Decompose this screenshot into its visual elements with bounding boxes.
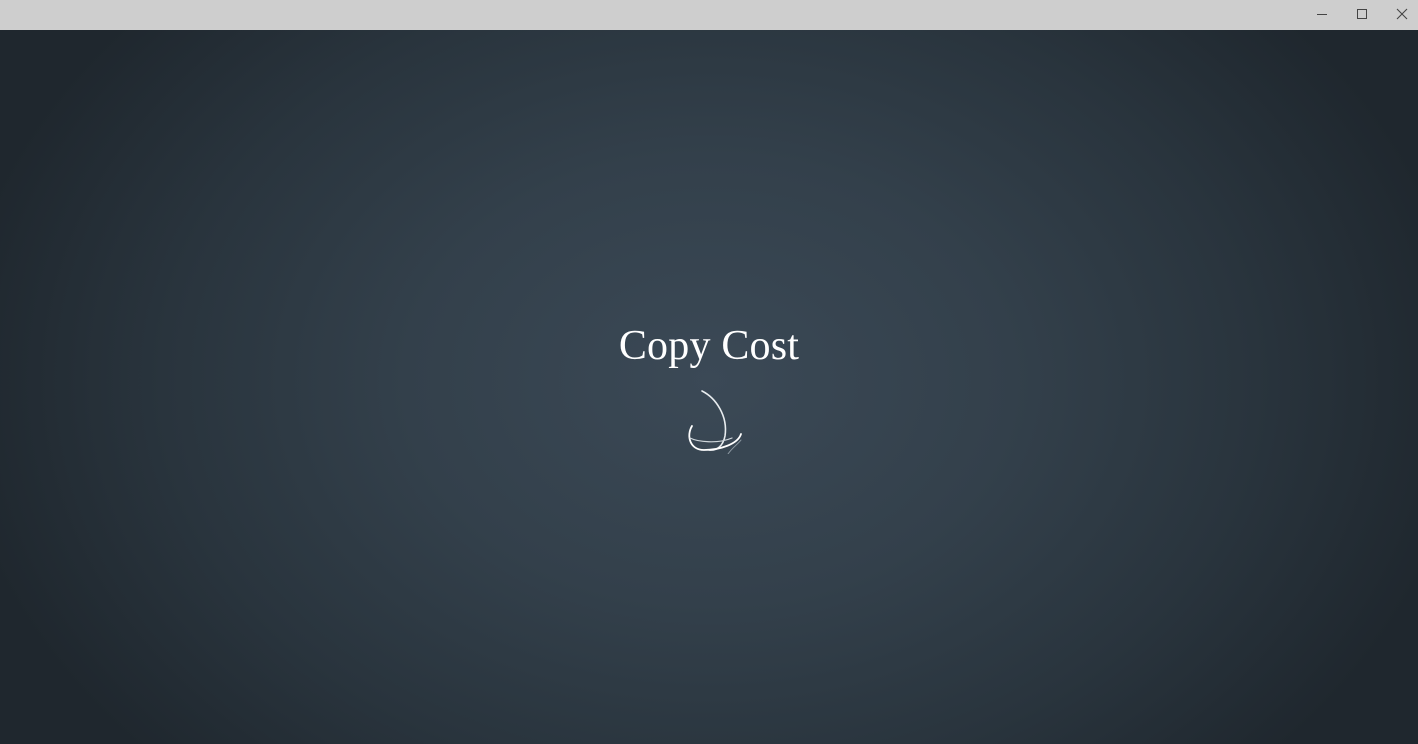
splash-screen: Copy Cost (0, 30, 1418, 744)
close-button[interactable] (1382, 0, 1418, 28)
close-icon (1396, 8, 1408, 20)
maximize-icon (1357, 9, 1367, 19)
window-titlebar[interactable] (0, 0, 1418, 30)
maximize-button[interactable] (1342, 0, 1382, 28)
loading-spinner-icon (688, 390, 742, 454)
minimize-button[interactable] (1302, 0, 1342, 28)
minimize-icon (1317, 14, 1327, 15)
app-title: Copy Cost (618, 323, 800, 369)
